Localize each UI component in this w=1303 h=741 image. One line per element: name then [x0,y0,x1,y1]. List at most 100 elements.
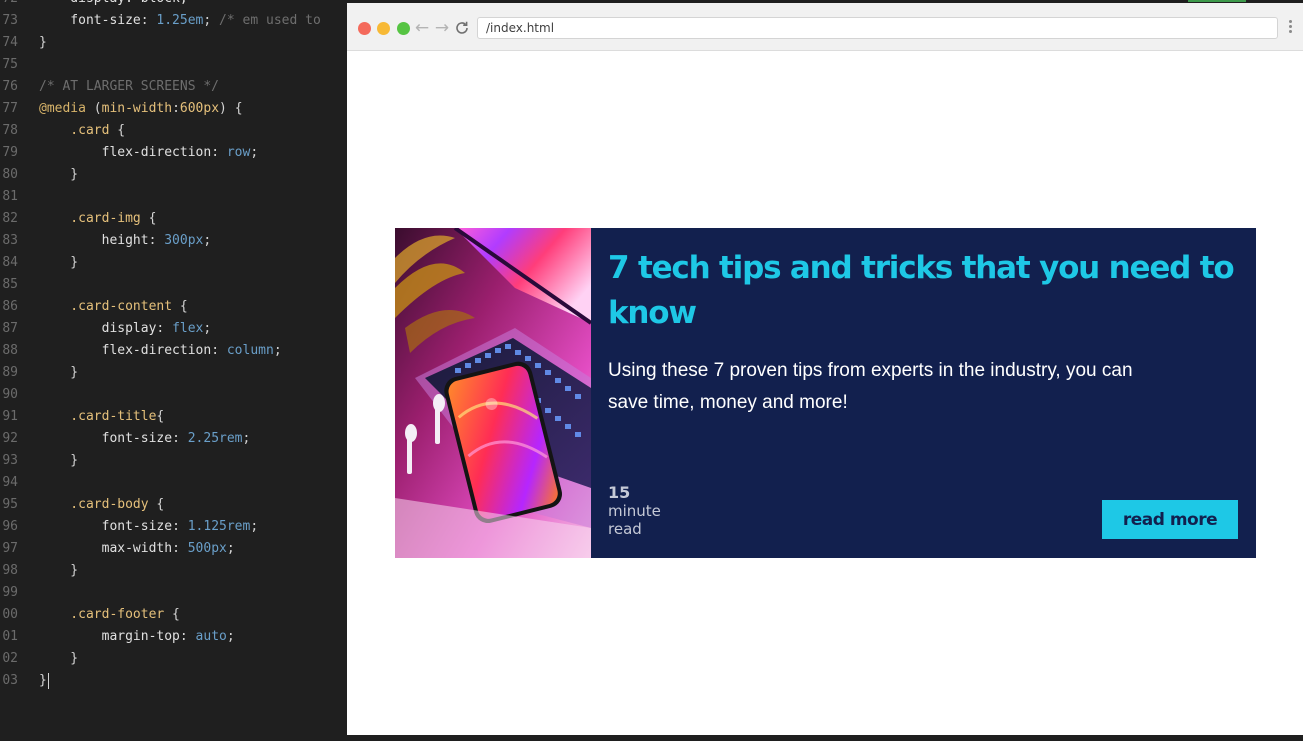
code-token: } [39,651,79,666]
code-token: ; [250,145,259,160]
code-line[interactable]: 78 .card { [0,120,347,142]
line-number: 91 [2,409,18,424]
code-token: display [39,321,157,336]
code-line[interactable]: 79 flex-direction: row; [0,142,347,164]
code-token: } [39,255,79,270]
code-text: margin-top: auto; [39,626,235,648]
code-line[interactable]: 86 .card-content { [0,296,347,318]
code-text: max-width: 500px; [39,538,235,560]
code-line[interactable]: 81 [0,186,347,208]
read-time-label-minute: minute [608,502,661,520]
line-number: 84 [2,255,18,270]
maximize-window-icon[interactable] [397,22,410,35]
line-number: 94 [2,475,18,490]
code-token: font-size [39,13,141,28]
code-token: : [172,519,188,534]
code-line[interactable]: 97 max-width: 500px; [0,538,347,560]
code-line[interactable]: 75 [0,54,347,76]
laptop-phone-photo [395,228,591,558]
code-token: 1.125rem [187,519,251,534]
code-editor[interactable]: 72 display: block;73 font-size: 1.25em; … [0,0,347,741]
code-line[interactable]: 96 font-size: 1.125rem; [0,516,347,538]
code-line[interactable]: 76 /* AT LARGER SCREENS */ [0,76,347,98]
line-number: 72 [0,0,18,10]
code-line[interactable]: 93 } [0,450,347,472]
code-line[interactable]: 83 height: 300px; [0,230,347,252]
code-line[interactable]: 90 [0,384,347,406]
code-token: height [39,233,149,248]
card-content: 7 tech tips and tricks that you need to … [608,228,1238,558]
code-token: .card-content [39,299,173,314]
line-number: 98 [2,563,18,578]
arrow-left-icon[interactable]: ← [413,18,431,38]
code-line[interactable]: 92 font-size: 2.25rem; [0,428,347,450]
code-line[interactable]: 91 .card-title{ [0,406,347,428]
code-text: } [39,670,49,692]
code-text: } [39,648,78,670]
code-token: .card-body [39,497,149,512]
arrow-right-icon[interactable]: → [433,18,451,38]
code-line[interactable]: 01 margin-top: auto; [0,626,347,648]
code-line[interactable]: 77 @media (min-width:600px) { [0,98,347,120]
article-card: 7 tech tips and tricks that you need to … [395,228,1256,558]
address-bar[interactable]: /index.html [477,17,1278,39]
line-number: 01 [2,629,18,644]
code-text: flex-direction: column; [39,340,282,362]
minimize-window-icon[interactable] [377,22,390,35]
code-token: ) { [219,101,243,116]
code-line[interactable]: 84 } [0,252,347,274]
line-number: 85 [2,277,18,292]
code-line[interactable]: 87 display: flex; [0,318,347,340]
vertical-dots-icon[interactable] [1287,20,1293,36]
code-text: font-size: 1.125rem; [39,516,259,538]
read-more-button[interactable]: read more [1102,500,1238,539]
card-title[interactable]: 7 tech tips and tricks that you need to … [608,246,1238,336]
line-number: 02 [2,651,18,666]
code-token: min-width [101,101,173,116]
code-line[interactable]: 98 } [0,560,347,582]
code-line[interactable]: 03} [0,670,347,692]
code-line[interactable]: 85 [0,274,347,296]
code-text: } [39,362,78,384]
close-window-icon[interactable] [358,22,371,35]
code-line[interactable]: 99 [0,582,347,604]
line-number: 97 [2,541,18,556]
line-number: 96 [2,519,18,534]
code-line[interactable]: 82 .card-img { [0,208,347,230]
code-token: 300px [164,233,204,248]
line-number: 88 [2,343,18,358]
code-line[interactable]: 74} [0,32,347,54]
line-number: 99 [2,585,18,600]
code-line[interactable]: 73 font-size: 1.25em; /* em used to [0,10,347,32]
code-token: 1.25em [156,13,204,28]
code-text: height: 300px; [39,230,212,252]
code-line[interactable]: 80 } [0,164,347,186]
code-token: } [39,35,47,50]
code-token: { [148,497,165,512]
code-line[interactable]: 72 display: block; [0,0,347,10]
line-number: 78 [2,123,18,138]
code-token: 500px [187,541,227,556]
desktop: 72 display: block;73 font-size: 1.25em; … [0,0,1303,741]
code-token: .card-img [39,211,141,226]
code-line[interactable]: 88 flex-direction: column; [0,340,347,362]
code-token: font-size [39,431,173,446]
bottom-strip [347,735,1303,741]
code-line[interactable]: 94 [0,472,347,494]
code-token: : [172,431,188,446]
card-image [395,228,591,558]
code-line[interactable]: 89 } [0,362,347,384]
code-text: @media (min-width:600px) { [39,98,243,120]
reload-icon[interactable] [453,18,471,38]
top-accent-bar [1188,0,1246,2]
code-text: display: flex; [39,318,212,340]
code-line[interactable]: 02 } [0,648,347,670]
code-token: : [211,145,227,160]
line-number: 73 [2,13,18,28]
code-token: ; [250,519,259,534]
code-token: : [211,343,227,358]
code-text: display: block; [39,0,187,10]
code-line[interactable]: 00 .card-footer { [0,604,347,626]
code-token: ; [203,321,212,336]
code-line[interactable]: 95 .card-body { [0,494,347,516]
